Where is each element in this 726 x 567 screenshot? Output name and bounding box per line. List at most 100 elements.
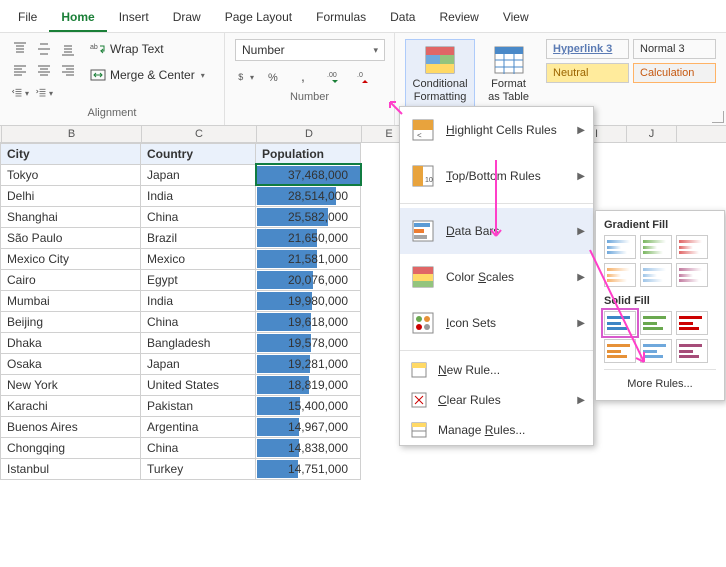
- gradient-swatch[interactable]: [604, 263, 636, 287]
- menu-clear-rules[interactable]: Clear Rules ▶: [400, 385, 593, 415]
- cell-country[interactable]: China: [141, 311, 256, 332]
- cell-city[interactable]: Shanghai: [1, 206, 141, 227]
- solid-swatch[interactable]: [676, 311, 708, 335]
- cell-population[interactable]: 18,819,000: [256, 374, 361, 395]
- cell-population[interactable]: 19,281,000: [256, 353, 361, 374]
- cell-population[interactable]: 20,076,000: [256, 269, 361, 290]
- col-header[interactable]: J: [627, 126, 677, 142]
- solid-swatch[interactable]: [640, 339, 672, 363]
- cell-population[interactable]: 25,582,000: [256, 206, 361, 227]
- cell-population[interactable]: 14,967,000: [256, 416, 361, 437]
- col-header[interactable]: B: [2, 126, 142, 142]
- col-header[interactable]: C: [142, 126, 257, 142]
- table-row[interactable]: Buenos AiresArgentina14,967,000: [1, 416, 361, 437]
- menu-highlight-cells[interactable]: < Highlight Cells Rules ▶: [400, 107, 593, 153]
- cell-population[interactable]: 19,980,000: [256, 290, 361, 311]
- cell-style-normal3[interactable]: Normal 3: [633, 39, 716, 59]
- cell-country[interactable]: Argentina: [141, 416, 256, 437]
- gradient-swatch[interactable]: [676, 263, 708, 287]
- menu-manage-rules[interactable]: Manage Rules...: [400, 415, 593, 445]
- solid-swatch[interactable]: [604, 311, 636, 335]
- tab-data[interactable]: Data: [378, 4, 427, 32]
- cell-country[interactable]: Mexico: [141, 248, 256, 269]
- table-row[interactable]: KarachiPakistan15,400,000: [1, 395, 361, 416]
- wrap-text-button[interactable]: ab Wrap Text: [86, 39, 209, 59]
- menu-color-scales[interactable]: Color Scales ▶: [400, 254, 593, 300]
- header-city[interactable]: City: [1, 143, 141, 164]
- number-format-selector[interactable]: Number ▾: [235, 39, 385, 61]
- header-country[interactable]: Country: [141, 143, 256, 164]
- percent-icon[interactable]: %: [265, 67, 285, 87]
- tab-draw[interactable]: Draw: [161, 4, 213, 32]
- align-top-icon[interactable]: [10, 39, 30, 59]
- comma-icon[interactable]: ,: [295, 67, 315, 87]
- cell-country[interactable]: Bangladesh: [141, 332, 256, 353]
- align-right-icon[interactable]: [58, 61, 78, 81]
- gradient-swatch[interactable]: [676, 235, 708, 259]
- cell-city[interactable]: Delhi: [1, 185, 141, 206]
- cell-city[interactable]: Mumbai: [1, 290, 141, 311]
- gradient-swatch[interactable]: [640, 263, 672, 287]
- solid-swatch[interactable]: [640, 311, 672, 335]
- cell-country[interactable]: United States: [141, 374, 256, 395]
- cell-city[interactable]: Osaka: [1, 353, 141, 374]
- cell-city[interactable]: Istanbul: [1, 458, 141, 479]
- table-row[interactable]: DelhiIndia28,514,000: [1, 185, 361, 206]
- cell-population[interactable]: 21,581,000: [256, 248, 361, 269]
- solid-swatch[interactable]: [604, 339, 636, 363]
- menu-top-bottom[interactable]: 10 Top/Bottom Rules ▶: [400, 153, 593, 199]
- cell-population[interactable]: 37,468,000: [256, 164, 361, 185]
- col-header[interactable]: D: [257, 126, 362, 142]
- cell-country[interactable]: China: [141, 206, 256, 227]
- table-row[interactable]: Mexico CityMexico21,581,000: [1, 248, 361, 269]
- gradient-swatch[interactable]: [604, 235, 636, 259]
- cell-style-calculation[interactable]: Calculation: [633, 63, 716, 83]
- number-dialog-launcher[interactable]: [712, 111, 724, 123]
- menu-icon-sets[interactable]: Icon Sets ▶: [400, 300, 593, 346]
- cell-population[interactable]: 14,751,000: [256, 458, 361, 479]
- table-row[interactable]: São PauloBrazil21,650,000: [1, 227, 361, 248]
- cell-population[interactable]: 19,618,000: [256, 311, 361, 332]
- cell-country[interactable]: Japan: [141, 353, 256, 374]
- table-row[interactable]: DhakaBangladesh19,578,000: [1, 332, 361, 353]
- tab-view[interactable]: View: [491, 4, 541, 32]
- cell-city[interactable]: Mexico City: [1, 248, 141, 269]
- tab-insert[interactable]: Insert: [107, 4, 161, 32]
- currency-icon[interactable]: $: [235, 67, 255, 87]
- table-row[interactable]: CairoEgypt20,076,000: [1, 269, 361, 290]
- cell-population[interactable]: 28,514,000: [256, 185, 361, 206]
- decrease-indent-icon[interactable]: [10, 83, 30, 103]
- solid-swatch[interactable]: [676, 339, 708, 363]
- gradient-swatch[interactable]: [640, 235, 672, 259]
- cell-country[interactable]: Brazil: [141, 227, 256, 248]
- menu-data-bars[interactable]: Data Bars ▶: [400, 208, 593, 254]
- cell-country[interactable]: India: [141, 290, 256, 311]
- cell-city[interactable]: New York: [1, 374, 141, 395]
- cell-city[interactable]: Cairo: [1, 269, 141, 290]
- align-center-icon[interactable]: [34, 61, 54, 81]
- tab-file[interactable]: File: [6, 4, 49, 32]
- tab-formulas[interactable]: Formulas: [304, 4, 378, 32]
- cell-population[interactable]: 19,578,000: [256, 332, 361, 353]
- cell-style-hyperlink3[interactable]: Hyperlink 3: [546, 39, 629, 59]
- increase-indent-icon[interactable]: [34, 83, 54, 103]
- align-left-icon[interactable]: [10, 61, 30, 81]
- cell-population[interactable]: 15,400,000: [256, 395, 361, 416]
- table-row[interactable]: ChongqingChina14,838,000: [1, 437, 361, 458]
- cell-style-neutral[interactable]: Neutral: [546, 63, 629, 83]
- decrease-decimal-icon[interactable]: .0: [355, 67, 375, 87]
- cell-city[interactable]: São Paulo: [1, 227, 141, 248]
- cell-country[interactable]: Turkey: [141, 458, 256, 479]
- table-row[interactable]: OsakaJapan19,281,000: [1, 353, 361, 374]
- cell-country[interactable]: China: [141, 437, 256, 458]
- cell-city[interactable]: Dhaka: [1, 332, 141, 353]
- cell-country[interactable]: India: [141, 185, 256, 206]
- tab-review[interactable]: Review: [427, 4, 490, 32]
- table-row[interactable]: New YorkUnited States18,819,000: [1, 374, 361, 395]
- align-middle-icon[interactable]: [34, 39, 54, 59]
- increase-decimal-icon[interactable]: .00: [325, 67, 345, 87]
- menu-new-rule[interactable]: New Rule...: [400, 355, 593, 385]
- tab-pagelayout[interactable]: Page Layout: [213, 4, 304, 32]
- cell-country[interactable]: Pakistan: [141, 395, 256, 416]
- cell-population[interactable]: 14,838,000: [256, 437, 361, 458]
